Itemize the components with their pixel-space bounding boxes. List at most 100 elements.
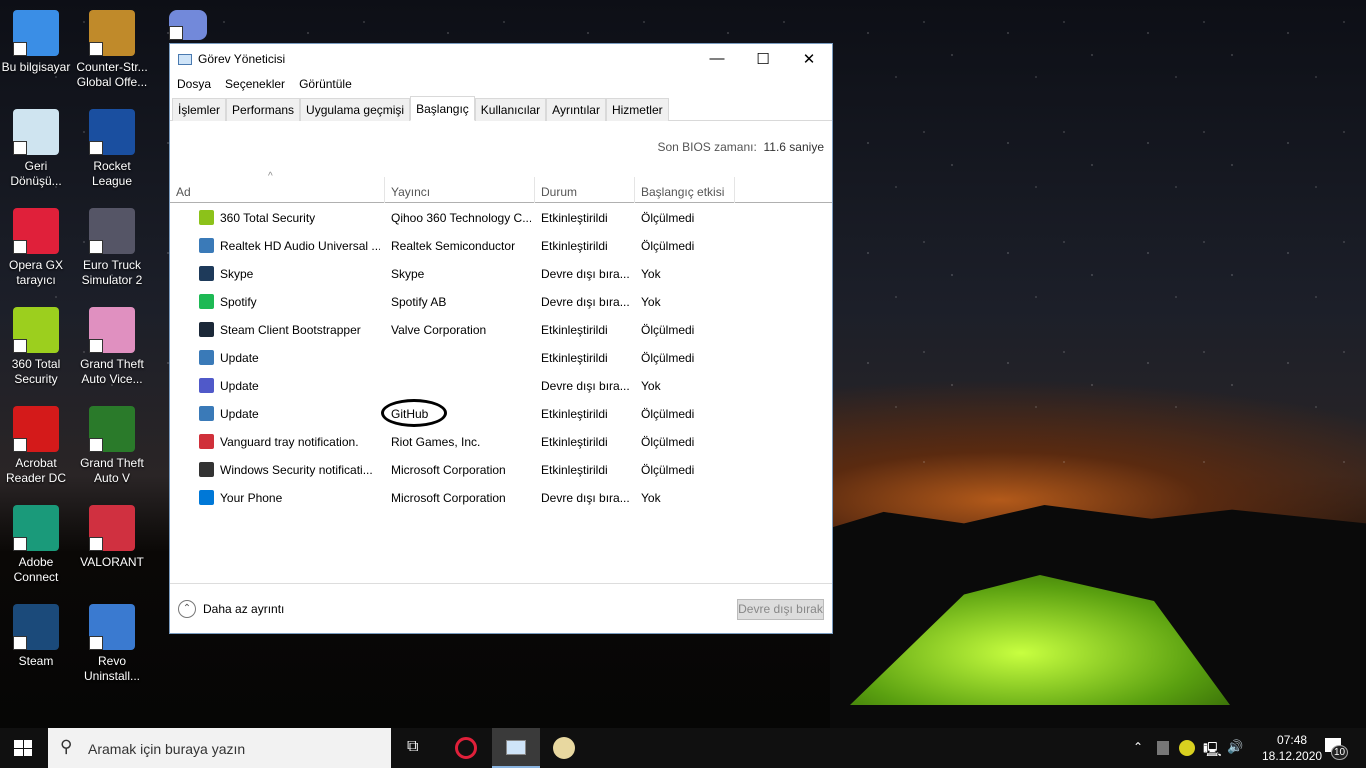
volume-icon[interactable]: 🔊 [1227, 739, 1243, 755]
app-icon [89, 604, 135, 650]
desktop-icon-label: Euro Truck Simulator 2 [81, 258, 143, 287]
row-impact: Ölçülmedi [641, 435, 695, 449]
table-row[interactable]: Your Phone Microsoft Corporation Devre d… [170, 484, 832, 512]
table-row[interactable]: Vanguard tray notification. Riot Games, … [170, 428, 832, 456]
task-view-icon[interactable]: ⧉ [407, 738, 418, 756]
desktop-icon[interactable]: Adobe Connect [0, 505, 74, 585]
desktop-icon[interactable]: Acrobat Reader DC [0, 406, 74, 486]
desktop-icon[interactable]: VALORANT [74, 505, 150, 570]
360-tray-icon[interactable] [1179, 740, 1195, 756]
opera-gx-taskbar-icon[interactable] [455, 737, 477, 759]
row-name: Update [220, 351, 259, 365]
notification-count: 10 [1331, 745, 1349, 760]
table-row[interactable]: Update GitHub Etkinleştirildi Ölçülmedi [170, 400, 832, 428]
desktop-icon[interactable]: 360 Total Security [0, 307, 74, 387]
tab-performance[interactable]: Performans [226, 98, 301, 121]
tab-users[interactable]: Kullanıcılar [474, 98, 547, 121]
date: 18.12.2020 [1262, 749, 1323, 763]
column-status[interactable]: Durum [535, 177, 635, 203]
row-publisher: Qihoo 360 Technology C... [391, 211, 531, 225]
table-row[interactable]: Skype Skype Devre dışı bıra... Yok [170, 260, 832, 288]
app-icon [89, 505, 135, 551]
bios-time: Son BIOS zamanı: 11.6 saniye [657, 140, 824, 154]
app-icon [13, 604, 59, 650]
row-name: Realtek HD Audio Universal ... [220, 239, 380, 253]
tab-startup[interactable]: Başlangıç [410, 96, 475, 121]
column-publisher[interactable]: Yayıncı [385, 177, 535, 203]
column-startup-impact[interactable]: Başlangıç etkisi [635, 177, 735, 203]
paint-taskbar-icon[interactable] [553, 737, 575, 759]
app-icon [199, 322, 214, 337]
column-name[interactable]: Ad [170, 177, 385, 203]
row-impact: Yok [641, 267, 661, 281]
row-name: Skype [220, 267, 254, 281]
row-name: Spotify [220, 295, 257, 309]
menu-options[interactable]: Seçenekler [225, 77, 285, 91]
show-hidden-icons[interactable]: ⌃ [1133, 740, 1143, 754]
row-name: Vanguard tray notification. [220, 435, 359, 449]
app-icon [199, 434, 214, 449]
clock[interactable]: 07:48 18.12.2020 [1262, 732, 1322, 764]
app-icon [13, 307, 59, 353]
time: 07:48 [1277, 733, 1308, 747]
desktop-icon-label: 360 Total Security [11, 357, 61, 386]
task-manager-taskbar-icon[interactable] [492, 728, 540, 768]
table-row[interactable]: Realtek HD Audio Universal ... Realtek S… [170, 232, 832, 260]
desktop-icon[interactable]: Euro Truck Simulator 2 [74, 208, 150, 288]
app-icon [89, 109, 135, 155]
desktop-icon-label: Revo Uninstall... [83, 654, 141, 683]
row-name: Update [220, 379, 259, 393]
app-icon [199, 406, 214, 421]
menu-bar: Dosya Seçenekler Görüntüle [170, 74, 832, 94]
table-row[interactable]: Spotify Spotify AB Devre dışı bıra... Yo… [170, 288, 832, 316]
network-icon[interactable]: 🖳 [1203, 739, 1222, 763]
tray-app-icon[interactable] [1157, 741, 1169, 755]
menu-view[interactable]: Görüntüle [299, 77, 352, 91]
table-row[interactable]: Update Etkinleştirildi Ölçülmedi [170, 344, 832, 372]
desktop-icon-label: Bu bilgisayar [1, 60, 71, 74]
title-bar: Görev Yöneticisi — ☐ ✕ [170, 44, 832, 74]
desktop-icon[interactable]: Revo Uninstall... [74, 604, 150, 684]
table-row[interactable]: 360 Total Security Qihoo 360 Technology … [170, 204, 832, 232]
desktop-icon[interactable]: Grand Theft Auto V [74, 406, 150, 486]
desktop-icon-discord[interactable] [150, 10, 226, 44]
table-row[interactable]: Steam Client Bootstrapper Valve Corporat… [170, 316, 832, 344]
desktop-icon[interactable]: Geri Dönüşü... [0, 109, 74, 189]
row-impact: Ölçülmedi [641, 463, 695, 477]
fewer-details-button[interactable]: ⌃ Daha az ayrıntı [178, 600, 284, 618]
footer: ⌃ Daha az ayrıntı Devre dışı bırak [170, 583, 832, 633]
minimize-button[interactable]: — [694, 50, 740, 68]
start-button[interactable] [14, 740, 32, 756]
desktop-icon[interactable]: Rocket League [74, 109, 150, 189]
menu-file[interactable]: Dosya [177, 77, 211, 91]
tab-app-history[interactable]: Uygulama geçmişi [300, 98, 411, 121]
search-box[interactable]: ⚲ Aramak için buraya yazın [48, 728, 391, 768]
app-icon [13, 505, 59, 551]
close-button[interactable]: ✕ [786, 50, 832, 68]
disable-button[interactable]: Devre dışı bırak [737, 599, 824, 620]
tab-details[interactable]: Ayrıntılar [546, 98, 606, 121]
row-status: Etkinleştirildi [541, 351, 608, 365]
desktop-icon-label: Geri Dönüşü... [10, 159, 62, 188]
desktop-icon[interactable]: Counter-Str... Global Offe... [74, 10, 150, 90]
desktop-icon-label: VALORANT [80, 555, 144, 569]
desktop-icon[interactable]: Bu bilgisayar [0, 10, 74, 75]
app-icon [199, 238, 214, 253]
startup-list: 360 Total Security Qihoo 360 Technology … [170, 204, 832, 512]
taskbar: ⚲ Aramak için buraya yazın ⧉ ⌃ 🖳 🔊 07:48 … [0, 728, 1366, 768]
bios-value: 11.6 saniye [763, 140, 825, 154]
row-status: Etkinleştirildi [541, 211, 608, 225]
row-name: Your Phone [220, 491, 283, 505]
table-row[interactable]: Update Devre dışı bıra... Yok [170, 372, 832, 400]
row-publisher: Skype [391, 267, 425, 281]
desktop-icon[interactable]: Grand Theft Auto Vice... [74, 307, 150, 387]
table-row[interactable]: Windows Security notificati... Microsoft… [170, 456, 832, 484]
tab-processes[interactable]: İşlemler [172, 98, 227, 121]
row-status: Etkinleştirildi [541, 435, 608, 449]
window-title: Görev Yöneticisi [198, 52, 286, 66]
desktop-icon[interactable]: Opera GX tarayıcı [0, 208, 74, 288]
maximize-button[interactable]: ☐ [740, 50, 786, 68]
desktop-icon[interactable]: Steam [0, 604, 74, 669]
row-impact: Ölçülmedi [641, 323, 695, 337]
tab-services[interactable]: Hizmetler [605, 98, 669, 121]
